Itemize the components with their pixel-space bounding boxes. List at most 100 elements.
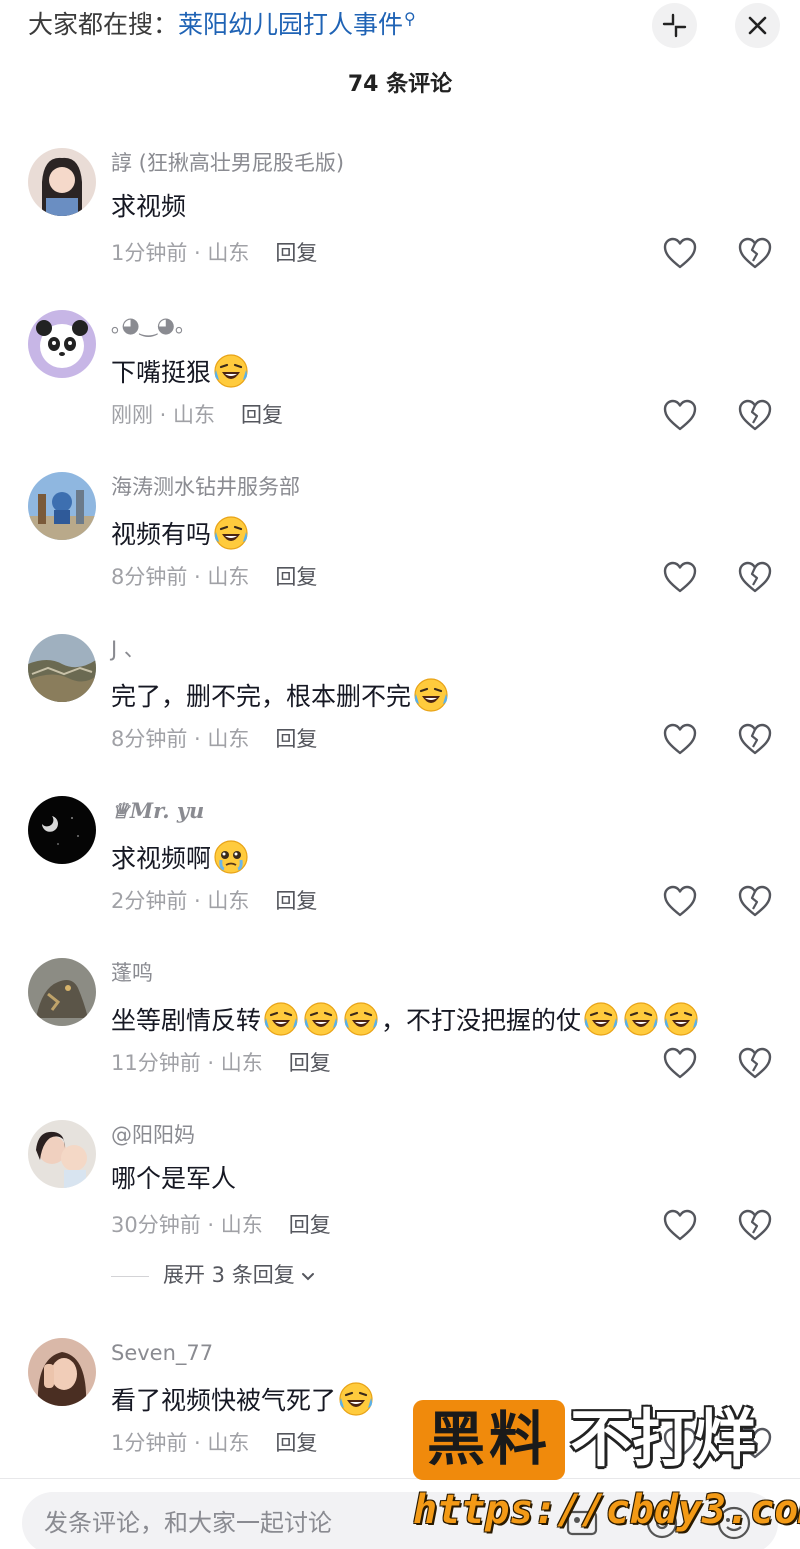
comment-username[interactable]: 蓬鸣 xyxy=(111,959,153,987)
comment-item[interactable]: 海涛测水钻井服务部 视频有吗 8分钟前 · 山东 回复 xyxy=(0,472,800,622)
comment-text: 坐等剧情反转 ，不打没把握的仗 xyxy=(111,1000,701,1038)
heart-icon xyxy=(663,1209,697,1241)
comment-time: 8分钟前 xyxy=(111,727,188,751)
pleading-emoji-icon xyxy=(214,840,248,874)
close-button[interactable] xyxy=(735,3,780,48)
expand-divider xyxy=(111,1275,149,1277)
avatar-dragon-statue-image xyxy=(28,958,96,1026)
comment-meta: 8分钟前 · 山东 回复 xyxy=(111,724,317,754)
comment-text: 下嘴挺狠 xyxy=(111,352,251,390)
broken-heart-icon xyxy=(738,237,772,269)
comment-text-part: ，不打没把握的仗 xyxy=(381,1006,582,1035)
like-button[interactable] xyxy=(662,398,698,432)
dislike-button[interactable] xyxy=(737,722,773,756)
dislike-button[interactable] xyxy=(737,1046,773,1080)
comment-item[interactable]: 諄 (狂揪高壮男屁股毛版) 求视频 1分钟前 · 山东 回复 xyxy=(0,148,800,298)
comment-time: 8分钟前 xyxy=(111,565,188,589)
comment-text-part: 视频有吗 xyxy=(111,520,212,549)
meta-separator: · xyxy=(187,1431,208,1455)
avatar-girl-photo-image xyxy=(28,148,96,216)
watermark-logo-box: 黑料 xyxy=(413,1400,565,1480)
laugh-cry-emoji-icon xyxy=(414,678,448,712)
comment-text: 求视频 xyxy=(111,190,186,224)
reply-button[interactable]: 回复 xyxy=(275,1428,317,1458)
comment-item[interactable]: ♕Mr. yu 求视频啊 2分钟前 · 山东 回复 xyxy=(0,796,800,946)
laugh-cry-emoji-icon xyxy=(264,1002,298,1036)
comment-text: 哪个是军人 xyxy=(111,1162,236,1196)
laugh-cry-emoji-icon xyxy=(584,1002,618,1036)
broken-heart-icon xyxy=(738,399,772,431)
comment-username[interactable]: J 、 xyxy=(111,635,145,663)
comment-location: 山东 xyxy=(207,241,250,265)
close-icon xyxy=(748,16,767,35)
comment-meta: 8分钟前 · 山东 回复 xyxy=(111,562,317,592)
reply-button[interactable]: 回复 xyxy=(275,724,317,754)
dislike-button[interactable] xyxy=(737,884,773,918)
dislike-button[interactable] xyxy=(737,560,773,594)
avatar-night-moon-image xyxy=(28,796,96,864)
dislike-button[interactable] xyxy=(737,236,773,270)
heart-icon xyxy=(663,237,697,269)
comment-location: 山东 xyxy=(207,1431,250,1455)
meta-separator: · xyxy=(153,403,174,427)
avatar-woman-photo-image xyxy=(28,1338,96,1406)
like-button[interactable] xyxy=(662,1046,698,1080)
like-button[interactable] xyxy=(662,560,698,594)
comment-text-part: 求视频啊 xyxy=(111,844,212,873)
comment-username[interactable]: @阳阳妈 xyxy=(111,1121,195,1149)
search-suggestion-term[interactable]: 莱阳幼儿园打人事件 xyxy=(178,10,403,39)
comment-username[interactable]: 諄 (狂揪高壮男屁股毛版) xyxy=(111,149,344,177)
reply-button[interactable]: 回复 xyxy=(289,1210,331,1240)
reply-button[interactable]: 回复 xyxy=(275,238,317,268)
like-button[interactable] xyxy=(662,1208,698,1242)
avatar[interactable] xyxy=(28,148,96,216)
like-button[interactable] xyxy=(662,884,698,918)
comment-location: 山东 xyxy=(220,1213,263,1237)
search-suggestion-prefix: 大家都在搜： xyxy=(28,10,179,39)
avatar[interactable] xyxy=(28,634,96,702)
dislike-button[interactable] xyxy=(737,1208,773,1242)
meta-separator: · xyxy=(200,1213,221,1237)
comment-text: 视频有吗 xyxy=(111,514,251,552)
broken-heart-icon xyxy=(738,1209,772,1241)
comment-meta: 11分钟前 · 山东 回复 xyxy=(111,1048,331,1078)
heart-icon xyxy=(663,723,697,755)
reply-button[interactable]: 回复 xyxy=(275,562,317,592)
reply-button[interactable]: 回复 xyxy=(241,400,283,430)
comment-location: 山东 xyxy=(207,889,250,913)
avatar[interactable] xyxy=(28,1338,96,1406)
bottom-divider xyxy=(0,1478,800,1479)
comment-text: 完了，删不完，根本删不完 xyxy=(111,676,451,714)
dislike-button[interactable] xyxy=(737,398,773,432)
comment-text-part: 看了视频快被气死了 xyxy=(111,1386,337,1415)
like-button[interactable] xyxy=(662,236,698,270)
meta-separator: · xyxy=(187,727,208,751)
comment-item[interactable]: ｡◕‿◕｡ 下嘴挺狠 刚刚 · 山东 回复 xyxy=(0,310,800,460)
expand-replies-button[interactable]: 展开 3 条回复 xyxy=(111,1260,317,1290)
chevron-down-icon xyxy=(301,1273,314,1281)
comment-item[interactable]: J 、完了，删不完，根本删不完 8分钟前 · 山东 回复 xyxy=(0,634,800,784)
comment-username[interactable]: ♕Mr. yu xyxy=(111,797,204,825)
avatar[interactable] xyxy=(28,958,96,1026)
comment-username[interactable]: Seven_77 xyxy=(111,1339,213,1367)
avatar[interactable] xyxy=(28,796,96,864)
comment-username[interactable]: ｡◕‿◕｡ xyxy=(111,311,186,339)
broken-heart-icon xyxy=(738,1047,772,1079)
comment-location: 山东 xyxy=(207,565,250,589)
avatar[interactable] xyxy=(28,310,96,378)
collapse-button[interactable] xyxy=(652,3,697,48)
comment-username[interactable]: 海涛测水钻井服务部 xyxy=(111,473,300,501)
like-button[interactable] xyxy=(662,722,698,756)
comment-item[interactable]: @阳阳妈 哪个是军人 30分钟前 · 山东 回复 xyxy=(0,1120,800,1270)
reply-button[interactable]: 回复 xyxy=(289,1048,331,1078)
laugh-cry-emoji-icon xyxy=(214,516,248,550)
comment-item[interactable]: 蓬鸣坐等剧情反转 ，不打没把握的仗 11分钟前 · 山东 回复 xyxy=(0,958,800,1108)
avatar[interactable] xyxy=(28,1120,96,1188)
avatar[interactable] xyxy=(28,472,96,540)
comment-text-part: 下嘴挺狠 xyxy=(111,358,212,387)
avatar-mother-child-image xyxy=(28,1120,96,1188)
search-suggestion[interactable]: 大家都在搜：莱阳幼儿园打人事件⚲ xyxy=(28,8,416,45)
laugh-cry-emoji-icon xyxy=(339,1382,373,1416)
reply-button[interactable]: 回复 xyxy=(275,886,317,916)
comment-text-part: 求视频 xyxy=(111,192,187,221)
